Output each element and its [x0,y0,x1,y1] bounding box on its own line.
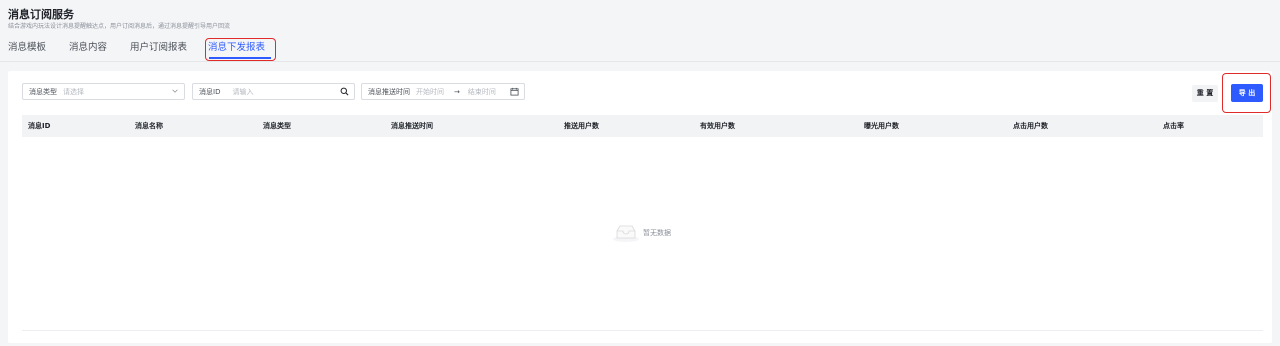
message-id-input[interactable]: 消息ID 请输入 [192,83,355,100]
page: 消息订阅服务 结合游戏内玩法设计消息提醒触达点，用户订阅消息后，通过消息提醒引导… [0,0,1280,346]
report-card: 消息类型 请选择 消息ID 请输入 消息推送时间 开始时间 → 结束时间 重 置… [8,71,1272,343]
tabs-divider [0,61,1280,62]
push-time-range-picker[interactable]: 消息推送时间 开始时间 → 结束时间 [361,83,525,100]
column-header-message-type: 消息类型 [263,122,291,130]
column-header-valid-users: 有效用户数 [700,122,735,130]
tab-user-subscription-report[interactable]: 用户订阅报表 [130,41,208,61]
empty-box-icon [613,225,639,242]
message-type-select[interactable]: 消息类型 请选择 [22,83,185,100]
column-header-clicked-users: 点击用户数 [1013,122,1048,130]
empty-text: 暂无数据 [643,229,671,237]
search-icon[interactable] [340,87,349,96]
column-header-push-time: 消息推送时间 [391,122,433,130]
chevron-down-icon [172,89,178,93]
push-time-label: 消息推送时间 [368,87,410,96]
table-bottom-border [22,330,1263,331]
reset-button[interactable]: 重 置 [1192,85,1218,102]
column-header-message-name: 消息名称 [135,122,163,130]
column-header-exposed-users: 曝光用户数 [864,122,899,130]
page-title: 消息订阅服务 [8,8,74,21]
export-button[interactable]: 导 出 [1231,84,1263,102]
table-header: 消息ID 消息名称 消息类型 消息推送时间 推送用户数 有效用户数 曝光用户数 … [22,115,1263,137]
column-header-pushed-users: 推送用户数 [564,122,599,130]
message-type-label: 消息类型 [29,87,57,96]
empty-state: 暂无数据 [612,223,671,243]
range-arrow: → [454,87,460,96]
column-header-message-id: 消息ID [28,122,51,130]
end-time-placeholder: 结束时间 [467,87,496,96]
calendar-icon [510,87,519,96]
start-time-placeholder: 开始时间 [416,87,444,96]
message-id-placeholder: 请输入 [232,87,254,96]
tab-message-content[interactable]: 消息内容 [69,41,130,61]
page-subtitle: 结合游戏内玩法设计消息提醒触达点，用户订阅消息后，通过消息提醒引导用户回流 [8,23,231,30]
message-id-label: 消息ID [199,87,221,96]
tab-highlight-box [205,38,276,61]
message-type-placeholder: 请选择 [63,87,84,96]
tab-message-template[interactable]: 消息模板 [8,41,69,61]
column-header-click-rate: 点击率 [1163,122,1184,130]
